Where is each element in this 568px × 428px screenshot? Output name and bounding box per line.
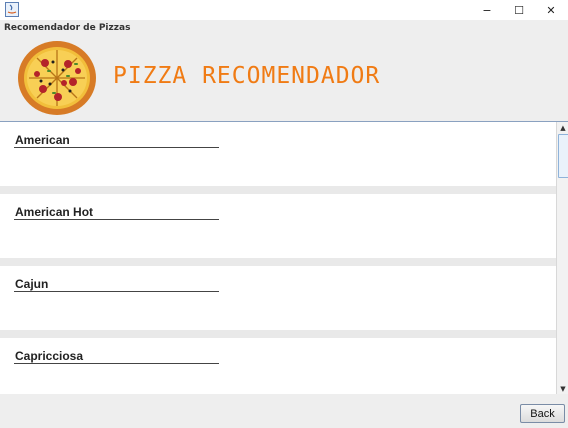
- pizza-logo-icon: [18, 41, 96, 115]
- pizza-name: Cajun: [15, 277, 49, 291]
- minimize-icon: −: [482, 3, 492, 17]
- pizza-list: American American Hot Cajun Capricciosa: [0, 122, 556, 395]
- app-header: PIZZA RECOMENDADOR: [0, 35, 568, 121]
- java-app-icon: [5, 2, 19, 17]
- close-icon: ✕: [546, 3, 556, 17]
- window-titlebar: − ☐ ✕: [0, 0, 568, 20]
- footer-bar: Back: [0, 394, 568, 428]
- pizza-name-underline: [14, 363, 219, 364]
- scroll-up-icon: ▲: [560, 124, 566, 132]
- pizza-card[interactable]: Capricciosa: [0, 338, 556, 395]
- pizza-scroll-panel[interactable]: American American Hot Cajun Capricciosa …: [0, 121, 568, 395]
- scroll-up-button[interactable]: ▲: [557, 122, 568, 134]
- pizza-name-underline: [14, 219, 219, 220]
- pizza-card[interactable]: Cajun: [0, 266, 556, 330]
- pizza-card[interactable]: American: [0, 122, 556, 186]
- scroll-thumb[interactable]: [558, 134, 568, 178]
- pizza-name: American: [15, 133, 70, 147]
- pizza-name: American Hot: [15, 205, 94, 219]
- back-button[interactable]: Back: [520, 404, 565, 423]
- maximize-button[interactable]: ☐: [502, 0, 536, 20]
- pizza-name-underline: [14, 291, 219, 292]
- maximize-icon: ☐: [514, 3, 524, 17]
- vertical-scrollbar[interactable]: ▲ ▼: [556, 122, 568, 395]
- brand-title: PIZZA RECOMENDADOR: [113, 63, 381, 89]
- scroll-down-icon: ▼: [560, 385, 566, 393]
- pizza-card[interactable]: American Hot: [0, 194, 556, 258]
- pizza-name: Capricciosa: [15, 349, 84, 363]
- app-title: Recomendador de Pizzas: [4, 23, 131, 33]
- minimize-button[interactable]: −: [470, 0, 504, 20]
- close-button[interactable]: ✕: [534, 0, 568, 20]
- pizza-name-underline: [14, 147, 219, 148]
